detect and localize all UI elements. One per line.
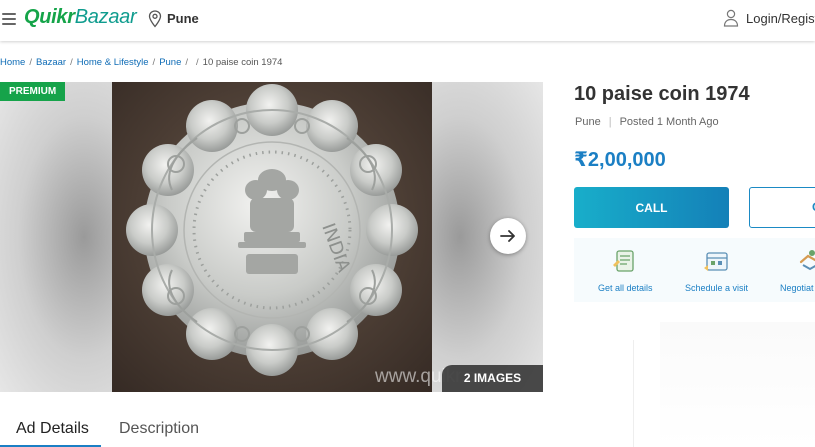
- breadcrumb-separator: /: [29, 57, 32, 68]
- listing-location: Pune: [575, 116, 601, 128]
- arrow-right-icon: [500, 230, 515, 242]
- tab-description[interactable]: Description: [119, 420, 199, 438]
- side-panel-placeholder: [660, 322, 815, 447]
- menu-icon[interactable]: [2, 13, 16, 25]
- coin-photo[interactable]: INDIA www.quikr.com: [112, 82, 502, 392]
- calendar-icon: [704, 252, 728, 271]
- user-icon[interactable]: [723, 9, 739, 27]
- negotiate-action[interactable]: Negotiat: [774, 238, 815, 302]
- image-count-badge[interactable]: 2 IMAGES: [442, 365, 543, 392]
- listing-price: ₹2,00,000: [574, 149, 666, 171]
- location-label[interactable]: Pune: [167, 11, 199, 26]
- breadcrumb-separator: /: [196, 57, 199, 68]
- login-register-link[interactable]: Login/Regist: [746, 11, 815, 26]
- action-row: Get all details Schedule a visit Negotia…: [574, 238, 815, 302]
- listing-posted-time: Posted 1 Month Ago: [619, 116, 719, 128]
- breadcrumb-bazaar[interactable]: Bazaar: [36, 57, 66, 68]
- gallery-blur-right: [432, 82, 543, 392]
- premium-badge: PREMIUM: [0, 82, 66, 101]
- schedule-visit-label: Schedule a visit: [685, 283, 749, 293]
- breadcrumb-separator: /: [70, 57, 73, 68]
- chat-button[interactable]: C: [749, 187, 815, 228]
- breadcrumb-pune[interactable]: Pune: [159, 57, 181, 68]
- get-all-details-action[interactable]: Get all details: [574, 238, 664, 302]
- schedule-visit-action[interactable]: Schedule a visit: [674, 238, 764, 302]
- tab-ad-details[interactable]: Ad Details: [16, 420, 89, 438]
- negotiate-label: Negotiat: [780, 283, 814, 293]
- document-icon: [613, 250, 634, 272]
- breadcrumb-separator: /: [185, 57, 189, 68]
- quikr-bazaar-logo[interactable]: QuikrBazaar: [24, 6, 137, 29]
- gallery-blur-left: [0, 82, 112, 392]
- listing-title: 10 paise coin 1974: [574, 83, 750, 105]
- coin-image: INDIA: [126, 84, 418, 376]
- listing-meta: Pune | Posted 1 Month Ago: [575, 116, 719, 128]
- handshake-icon: [799, 250, 815, 271]
- get-all-details-label: Get all details: [598, 283, 653, 293]
- breadcrumb-home-lifestyle[interactable]: Home & Lifestyle: [77, 57, 149, 68]
- top-header: QuikrBazaar Pune Login/Regist: [0, 0, 815, 41]
- next-image-button[interactable]: [490, 218, 526, 254]
- breadcrumb-current: 10 paise coin 1974: [202, 57, 283, 68]
- breadcrumb-home[interactable]: Home: [0, 57, 25, 68]
- location-pin-icon[interactable]: [148, 10, 162, 28]
- image-gallery[interactable]: INDIA www.quikr.com PREMIUM 2 IMAGES: [0, 82, 543, 392]
- breadcrumb: Home / Bazaar / Home & Lifestyle / Pune //10 pa…: [0, 57, 282, 68]
- call-button[interactable]: CALL: [574, 187, 729, 228]
- detail-tabs: Ad Details Description: [0, 410, 560, 447]
- meta-divider: |: [608, 116, 612, 128]
- breadcrumb-separator: /: [152, 57, 156, 68]
- column-divider: [633, 340, 634, 447]
